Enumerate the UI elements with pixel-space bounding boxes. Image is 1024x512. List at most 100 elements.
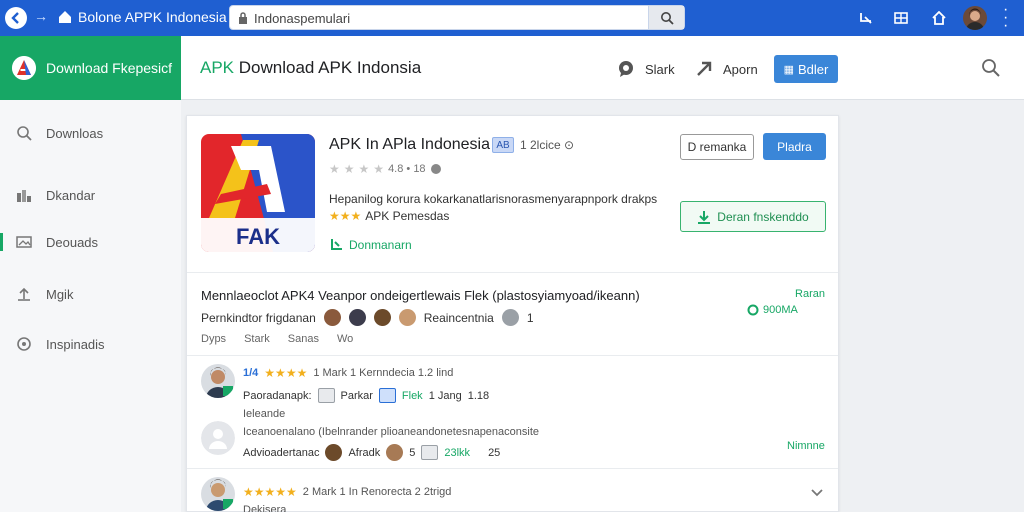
sidebar-item-label: Downloas — [46, 125, 104, 141]
info-right-value: 900MA — [747, 304, 798, 316]
review-stars-label: 1/4 — [243, 367, 259, 379]
grid-icon[interactable] — [892, 9, 910, 27]
star-icon: ★★★ — [329, 209, 362, 223]
sidebar: Downloas Dkandar Deouads Mgik Inspinadis — [0, 100, 181, 512]
app-description: Hepanilog korura kokarkanatlarisnorasmen… — [329, 192, 658, 206]
info-tabs: Dyps Stark Sanas Wo — [201, 333, 353, 345]
review-detail-e: 25 — [488, 446, 501, 459]
review-detail-e: 1.18 — [467, 389, 490, 402]
review-detail-a: Paoradanapk: — [243, 389, 312, 402]
review-meta: ★★★★★ 2 Mark 1 In Renorecta 2 2trigd — [243, 485, 451, 499]
app-meta: 1 2lcice ⊙ — [520, 138, 575, 152]
sidebar-item-label: Mgik — [46, 286, 74, 302]
download-link[interactable]: Donmanarn — [329, 238, 412, 252]
back-button[interactable] — [5, 7, 27, 29]
browser-toolbar: → Bolone APPK Indonesia ··· — [0, 0, 1024, 36]
header-link-slark[interactable]: Slark — [617, 60, 675, 78]
sidebar-item-deouads[interactable]: Deouads — [0, 227, 181, 257]
star-icon: ★ — [373, 162, 385, 176]
sidebar-item-inspinadis[interactable]: Inspinadis — [0, 329, 181, 359]
image-icon — [16, 236, 32, 248]
header-link-aporn[interactable]: Aporn — [695, 60, 758, 78]
logo-icon — [12, 56, 36, 80]
header-button[interactable]: ▦ Bdler — [774, 55, 838, 83]
avatar — [325, 444, 343, 461]
reviewer-avatar[interactable] — [201, 364, 235, 398]
house-icon[interactable] — [930, 9, 948, 27]
avatar — [501, 309, 519, 326]
review-meta-text: 1 Mark 1 Kernndecia 1.2 lind — [313, 367, 454, 379]
search-icon[interactable] — [981, 58, 1001, 78]
url-input[interactable] — [254, 9, 624, 27]
chat-icon — [619, 61, 633, 77]
site-title-accent: APK — [200, 58, 235, 77]
arrow-left-icon — [11, 12, 19, 24]
secondary-button[interactable]: D remanka — [680, 134, 754, 160]
header-button-label: Bdler — [798, 61, 829, 77]
site-title: APK Download APK Indonsia — [200, 58, 421, 78]
download-icon — [331, 239, 342, 250]
globe-icon — [430, 164, 441, 174]
download-button-label: Deran fnskenddo — [717, 209, 809, 224]
sidebar-item-dkandar[interactable]: Dkandar — [0, 180, 181, 210]
avatar — [398, 309, 416, 326]
download-arrow-icon — [698, 210, 711, 224]
divider — [187, 272, 838, 273]
reviewer-avatar[interactable] — [201, 477, 235, 511]
refresh-icon — [17, 337, 31, 351]
review-text: Iceanoenalano (Ibelnrander plioaneandone… — [243, 426, 540, 438]
tab-wo[interactable]: Wo — [337, 333, 353, 345]
reviewer-avatar-placeholder[interactable] — [201, 421, 235, 455]
sidebar-item-mgik[interactable]: Mgik — [0, 279, 181, 309]
review-details: Advioadertanac Afradk 5 23lkk 25 — [243, 444, 500, 461]
star-icon: ★ — [329, 162, 340, 176]
sidebar-item-label: Inspinadis — [46, 336, 105, 352]
chevron-down-icon[interactable] — [811, 488, 823, 498]
info-right-value-text: 900MA — [763, 304, 798, 316]
search-icon — [660, 11, 674, 25]
divider — [187, 355, 838, 356]
user-avatar[interactable] — [963, 6, 987, 30]
forward-icon[interactable]: → — [34, 8, 48, 24]
app-icon[interactable]: FAK — [201, 134, 315, 252]
brand-block[interactable]: Download Fkepesicf — [0, 36, 181, 100]
tab-stark[interactable]: Stark — [244, 333, 270, 345]
app-tag-badge: AB — [492, 137, 514, 153]
review-details: Paoradanapk: Parkar Flek 1 Jang 1.18 — [243, 388, 489, 403]
divider — [187, 468, 838, 469]
more-menu-icon[interactable]: · · · — [1003, 2, 1008, 34]
tab-sanas[interactable]: Sanas — [288, 333, 319, 345]
app-detail-card: FAK APK In APla Indonesia AB 1 2lcice ⊙ … — [186, 115, 839, 512]
home-icon — [59, 11, 71, 23]
sidebar-item-downloas[interactable]: Downloas — [0, 118, 181, 148]
app-subdescription-text: APK Pemesdas — [365, 209, 450, 223]
site-header: APK Download APK Indonsia Slark Aporn ▦ … — [181, 36, 1024, 100]
review-meta-text: 2 Mark 1 In Renorecta 2 2trigd — [302, 486, 452, 498]
review-detail-b: Afradk — [348, 446, 381, 459]
avatar — [373, 309, 391, 326]
info-subtitle-count: 1 — [526, 310, 534, 325]
info-subtitle: Pernkindtor frigdanan Reaincentnia 1 — [201, 309, 534, 326]
refresh-icon — [747, 304, 759, 316]
tab-dyps[interactable]: Dyps — [201, 333, 226, 345]
download-button[interactable]: Deran fnskenddo — [680, 201, 826, 232]
info-title: Mennlaeoclot APK4 Veanpor ondeigertlewai… — [201, 288, 640, 303]
header-link-label: Slark — [645, 61, 675, 77]
file-icon — [317, 388, 335, 403]
review-footer: Ieleande — [243, 408, 286, 420]
file-icon — [421, 445, 439, 460]
primary-button[interactable]: Pladra — [763, 133, 826, 160]
sidebar-item-label: Dkandar — [46, 187, 96, 203]
info-subtitle-text: Pernkindtor frigdanan — [201, 310, 316, 325]
review-detail-c: 5 — [409, 446, 416, 459]
url-search-button[interactable] — [648, 6, 684, 29]
info-right-label: Raran — [795, 288, 825, 300]
search-icon — [17, 126, 32, 141]
review-meta: 1/4 ★★★★ 1 Mark 1 Kernndecia 1.2 lind — [243, 366, 453, 380]
avatar — [386, 444, 404, 461]
review-detail-a: Advioadertanac — [243, 446, 320, 459]
review-detail-d: 23lkk — [444, 446, 471, 459]
share-icon[interactable] — [857, 9, 875, 27]
grid-icon — [378, 388, 396, 403]
address-bar[interactable] — [229, 5, 685, 30]
